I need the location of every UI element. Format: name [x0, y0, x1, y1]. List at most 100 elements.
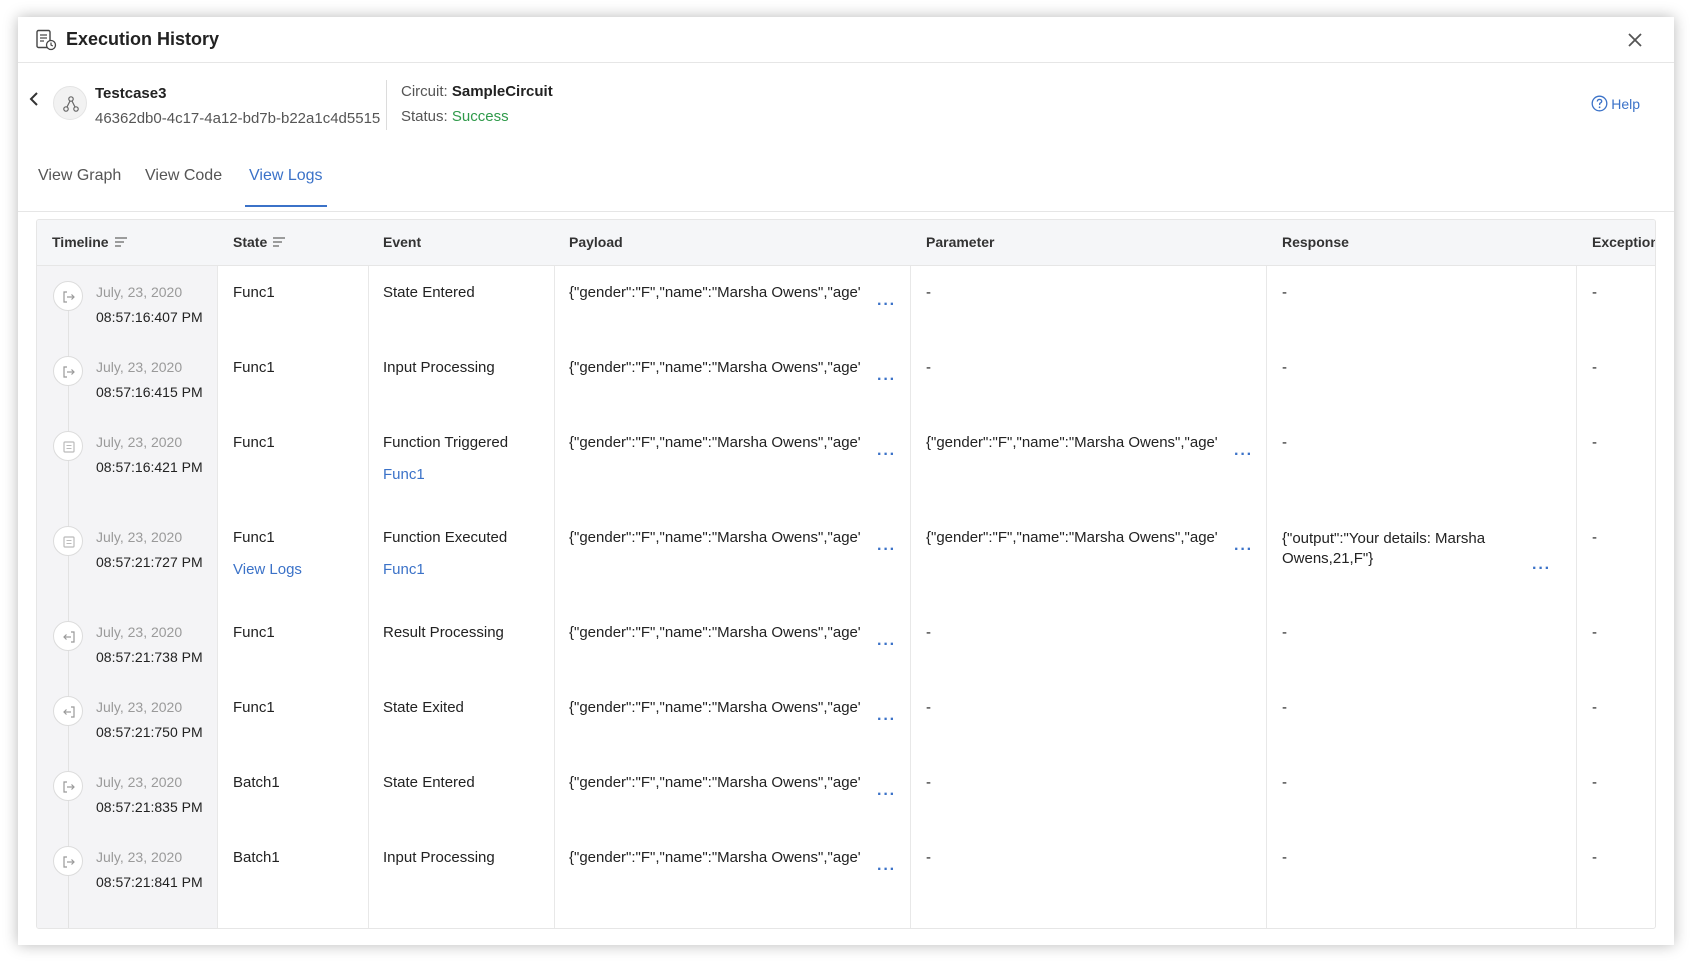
- row-state: Batch1: [233, 774, 280, 791]
- testcase-name: Testcase3: [95, 85, 167, 102]
- sort-icon[interactable]: [114, 237, 127, 247]
- row-event: State Exited: [383, 699, 464, 716]
- column-timeline[interactable]: Timeline: [52, 234, 127, 250]
- parameter-more-button[interactable]: ···: [1234, 542, 1253, 558]
- payload-more-button[interactable]: ···: [877, 637, 896, 653]
- payload-more-button[interactable]: ···: [877, 862, 896, 878]
- state-entered-icon: [53, 281, 83, 311]
- help-link[interactable]: Help: [1591, 95, 1640, 112]
- payload-more-button[interactable]: ···: [877, 372, 896, 388]
- row-time: 08:57:21:841 PM: [96, 874, 203, 890]
- row-parameter: {"gender":"F","name":"Marsha Owens","age…: [926, 434, 1218, 451]
- row-payload: {"gender":"F","name":"Marsha Owens","age…: [569, 529, 861, 546]
- state-exited-icon: [53, 621, 83, 651]
- state-entered-icon: [53, 356, 83, 386]
- row-event: State Entered: [383, 774, 475, 791]
- row-state: Func1: [233, 529, 275, 546]
- row-payload: {"gender":"F","name":"Marsha Owens","age…: [569, 624, 861, 641]
- status-label: Status:: [401, 108, 448, 125]
- column-event: Event: [383, 234, 422, 250]
- row-date: July, 23, 2020: [96, 699, 183, 715]
- row-exception: -: [1592, 434, 1597, 451]
- help-label: Help: [1611, 95, 1640, 112]
- row-exception: -: [1592, 359, 1597, 376]
- row-parameter: -: [926, 359, 931, 376]
- row-time: 08:57:21:835 PM: [96, 799, 203, 815]
- row-response: -: [1282, 359, 1287, 376]
- table-header: Timeline State Event Payload Parameter R…: [37, 220, 1655, 266]
- help-icon: [1591, 95, 1608, 112]
- row-event: Result Processing: [383, 624, 504, 641]
- close-icon[interactable]: [1626, 31, 1644, 49]
- row-date: July, 23, 2020: [96, 529, 183, 545]
- column-divider: [1266, 266, 1267, 928]
- row-parameter: -: [926, 284, 931, 301]
- function-link[interactable]: Func1: [383, 466, 425, 483]
- row-response: {"output":"Your details: Marsha Owens,21…: [1282, 530, 1486, 567]
- row-response: -: [1282, 434, 1287, 451]
- row-parameter: -: [926, 624, 931, 641]
- row-response: -: [1282, 774, 1287, 791]
- column-payload: Payload: [569, 234, 623, 250]
- row-date: July, 23, 2020: [96, 359, 183, 375]
- row-time: 08:57:21:750 PM: [96, 724, 203, 740]
- row-time: 08:57:21:727 PM: [96, 554, 203, 570]
- circuit-info: Circuit: SampleCircuit: [401, 83, 553, 100]
- function-icon: [53, 431, 83, 461]
- row-state: Func1: [233, 624, 275, 641]
- column-state[interactable]: State: [233, 234, 286, 250]
- row-date: July, 23, 2020: [96, 284, 183, 300]
- payload-more-button[interactable]: ···: [877, 447, 896, 463]
- row-state: Func1: [233, 699, 275, 716]
- row-payload: {"gender":"F","name":"Marsha Owens","age…: [569, 774, 861, 791]
- circuit-avatar: [53, 86, 87, 120]
- history-log-icon: [36, 29, 57, 51]
- payload-more-button[interactable]: ···: [877, 297, 896, 313]
- divider: [386, 80, 387, 130]
- circuit-label: Circuit:: [401, 83, 448, 100]
- column-divider: [368, 266, 369, 928]
- function-icon: [53, 526, 83, 556]
- function-link[interactable]: Func1: [383, 561, 425, 578]
- row-date: July, 23, 2020: [96, 434, 183, 450]
- row-parameter: -: [926, 774, 931, 791]
- row-parameter: -: [926, 849, 931, 866]
- row-event: Function Executed: [383, 529, 508, 546]
- parameter-more-button[interactable]: ···: [1234, 447, 1253, 463]
- row-exception: -: [1592, 849, 1597, 866]
- column-parameter: Parameter: [926, 234, 995, 250]
- status-value: Success: [451, 108, 509, 125]
- row-state: Func1: [233, 434, 275, 451]
- row-response: -: [1282, 624, 1287, 641]
- column-exception: Exception: [1592, 234, 1656, 250]
- row-event: State Entered: [383, 284, 475, 301]
- tab-view-code[interactable]: View Code: [145, 167, 222, 205]
- tab-view-graph[interactable]: View Graph: [38, 167, 121, 205]
- back-chevron-icon[interactable]: [26, 89, 42, 109]
- row-exception: -: [1592, 624, 1597, 641]
- column-state-label: State: [233, 234, 268, 250]
- column-divider: [910, 266, 911, 928]
- row-event: Function Triggered: [383, 434, 509, 451]
- row-exception: -: [1592, 284, 1597, 301]
- sort-icon[interactable]: [273, 237, 286, 247]
- row-response: -: [1282, 849, 1287, 866]
- row-payload: {"gender":"F","name":"Marsha Owens","age…: [569, 699, 861, 716]
- payload-more-button[interactable]: ···: [877, 712, 896, 728]
- row-state: Func1: [233, 284, 275, 301]
- row-time: 08:57:16:407 PM: [96, 309, 203, 325]
- row-date: July, 23, 2020: [96, 849, 183, 865]
- circuit-node-icon: [63, 96, 79, 112]
- view-logs-link[interactable]: View Logs: [233, 561, 302, 578]
- payload-more-button[interactable]: ···: [877, 787, 896, 803]
- response-more-button[interactable]: ···: [1532, 561, 1551, 577]
- testcase-id: 46362db0-4c17-4a12-bd7b-b22a1c4d5515: [95, 110, 381, 127]
- row-parameter: -: [926, 699, 931, 716]
- row-response: -: [1282, 699, 1287, 716]
- row-exception: -: [1592, 699, 1597, 716]
- payload-more-button[interactable]: ···: [877, 542, 896, 558]
- row-parameter: {"gender":"F","name":"Marsha Owens","age…: [926, 529, 1218, 546]
- execution-history-dialog: Execution History Testcase3 46362db0-4c1…: [18, 17, 1674, 945]
- row-exception: -: [1592, 529, 1597, 546]
- tab-view-logs[interactable]: View Logs: [245, 167, 327, 207]
